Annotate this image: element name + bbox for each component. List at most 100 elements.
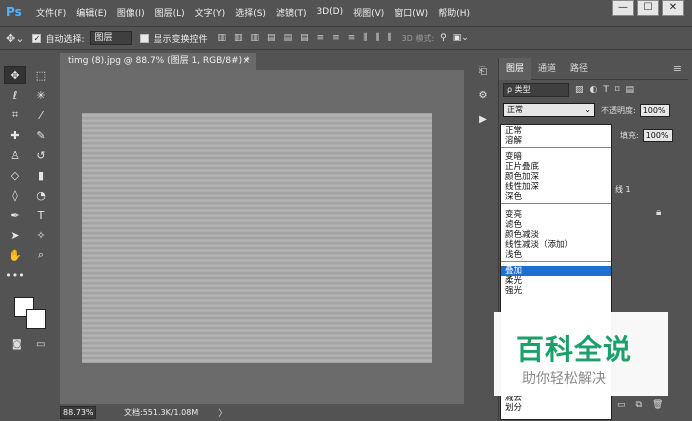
blend-option[interactable]: 颜色加深 <box>501 172 611 182</box>
new-group-icon[interactable]: ▭ <box>617 400 626 410</box>
blend-option[interactable]: 线性减淡（添加） <box>501 240 611 250</box>
filter-smart-icon[interactable]: ▤ <box>626 85 635 95</box>
show-transform-checkbox[interactable] <box>140 33 150 43</box>
align-right-icon[interactable]: ▤ <box>300 33 309 43</box>
blend-mode-select[interactable]: 正常 ⌄ <box>503 103 595 117</box>
tab-layers[interactable]: 图层 <box>499 57 532 80</box>
panel-menu-icon[interactable]: ≡ <box>673 62 682 75</box>
menu-image[interactable]: 图像(I) <box>117 6 145 19</box>
more-tools-icon[interactable]: ••• <box>4 266 26 284</box>
screen-mode-icon[interactable]: ▭ <box>36 339 45 350</box>
menu-select[interactable]: 选择(S) <box>235 6 266 19</box>
align-vcenter-icon[interactable]: ▥ <box>234 33 243 43</box>
eraser-tool-icon[interactable]: ◇ <box>4 166 26 184</box>
blur-tool-icon[interactable]: ◊ <box>4 186 26 204</box>
gradient-tool-icon[interactable]: ▮ <box>30 166 52 184</box>
menu-file[interactable]: 文件(F) <box>36 6 66 19</box>
background-color[interactable] <box>26 309 46 329</box>
blend-option[interactable]: 变亮 <box>501 210 611 220</box>
healing-brush-icon[interactable]: ✚ <box>4 126 26 144</box>
menu-type[interactable]: 文字(Y) <box>195 6 226 19</box>
menu-3d[interactable]: 3D(D) <box>316 7 343 17</box>
brush-tool-icon[interactable]: ✎ <box>30 126 52 144</box>
opacity-input[interactable]: 100% <box>639 103 670 117</box>
actions-play-icon[interactable]: ▶ <box>473 110 493 130</box>
tab-channels[interactable]: 通道 <box>531 58 563 80</box>
blend-option[interactable]: 柔光 <box>501 276 611 286</box>
hand-tool-icon[interactable]: ✋ <box>4 246 26 264</box>
close-document-icon[interactable]: × <box>242 53 250 70</box>
zoom-tool-icon[interactable]: ⌕ <box>30 246 52 264</box>
distribute-left-icon[interactable]: ⫼ <box>363 33 367 43</box>
layer-name[interactable]: 线 1 <box>615 184 631 195</box>
distribute-top-icon[interactable]: ≡ <box>317 33 325 43</box>
quick-mask-icon[interactable]: ◙ <box>12 339 22 350</box>
history-panel-icon[interactable]: ⎗ <box>473 62 493 82</box>
menu-window[interactable]: 窗口(W) <box>394 6 428 19</box>
blend-option[interactable]: 溶解 <box>501 136 611 146</box>
lasso-tool-icon[interactable]: ℓ <box>4 86 26 104</box>
blend-option[interactable]: 正常 <box>501 126 611 136</box>
distribute-vcenter-icon[interactable]: ≡ <box>332 33 340 43</box>
move-tool-icon[interactable]: ✥⌄ <box>6 32 24 45</box>
align-bottom-icon[interactable]: ▥ <box>251 33 260 43</box>
blend-option[interactable]: 浅色 <box>501 250 611 260</box>
fill-input[interactable]: 100% <box>642 129 673 142</box>
dodge-tool-icon[interactable]: ◔ <box>30 186 52 204</box>
search-icon[interactable]: ⚲ <box>440 33 447 43</box>
align-top-icon[interactable]: ▥ <box>218 33 227 43</box>
canvas-area[interactable] <box>60 70 464 404</box>
auto-select-checkbox[interactable]: ✓ <box>32 33 42 43</box>
blend-option[interactable]: 颜色减淡 <box>501 230 611 240</box>
color-swatches[interactable] <box>14 297 50 333</box>
blend-option[interactable]: 正片叠底 <box>501 162 611 172</box>
auto-select-dropdown[interactable]: 图层 <box>90 31 133 45</box>
menu-filter[interactable]: 滤镜(T) <box>276 6 307 19</box>
maximize-button[interactable]: ☐ <box>637 0 659 16</box>
blend-option[interactable]: 划分 <box>501 403 611 413</box>
eyedropper-icon[interactable]: ⁄ <box>30 106 52 124</box>
new-layer-icon[interactable]: ⧉ <box>636 400 642 410</box>
filter-adjust-icon[interactable]: ◐ <box>590 85 598 95</box>
status-arrow-icon[interactable]: 〉 <box>218 406 227 419</box>
distribute-right-icon[interactable]: ⫼ <box>388 33 392 43</box>
custom-shape-icon[interactable]: ✧ <box>30 226 52 244</box>
auto-select-label: 自动选择: <box>45 34 85 45</box>
distribute-hcenter-icon[interactable]: ⫼ <box>375 33 379 43</box>
blend-option[interactable]: 变暗 <box>501 152 611 162</box>
filter-type-icon[interactable]: T <box>603 85 609 95</box>
magic-wand-icon[interactable]: ✳ <box>30 86 52 104</box>
align-left-icon[interactable]: ▤ <box>267 33 276 43</box>
workspace-icon[interactable]: ▣⌄ <box>453 33 469 43</box>
align-hcenter-icon[interactable]: ▤ <box>284 33 293 43</box>
zoom-field[interactable]: 88.73% <box>60 406 96 419</box>
filter-shape-icon[interactable]: ⌑ <box>615 85 620 95</box>
menu-view[interactable]: 视图(V) <box>353 6 384 19</box>
close-button[interactable]: ✕ <box>662 0 684 16</box>
minimize-button[interactable]: — <box>612 0 634 16</box>
menu-help[interactable]: 帮助(H) <box>438 6 470 19</box>
properties-panel-icon[interactable]: ⚙ <box>473 86 493 106</box>
tab-paths[interactable]: 路径 <box>563 58 595 80</box>
document-image[interactable] <box>82 113 432 363</box>
blend-option-selected[interactable]: 叠加 <box>501 266 611 276</box>
clone-stamp-icon[interactable]: ♙ <box>4 146 26 164</box>
delete-layer-icon[interactable]: 🗑︎ <box>652 400 663 410</box>
document-tab[interactable]: timg (8).jpg @ 88.7% (图层 1, RGB/8#) * × <box>60 53 256 70</box>
blend-option[interactable]: 滤色 <box>501 220 611 230</box>
blend-option[interactable]: 深色 <box>501 192 611 202</box>
path-select-icon[interactable]: ➤ <box>4 226 26 244</box>
crop-tool-icon[interactable]: ⌗ <box>4 106 26 124</box>
marquee-tool-icon[interactable]: ⬚ <box>30 66 52 84</box>
type-tool-icon[interactable]: T <box>30 206 52 224</box>
blend-option[interactable]: 强光 <box>501 286 611 296</box>
history-brush-icon[interactable]: ↺ <box>30 146 52 164</box>
move-tool-icon[interactable]: ✥ <box>4 66 26 84</box>
layer-filter-select[interactable]: ρ 类型 <box>503 83 569 97</box>
pen-tool-icon[interactable]: ✒ <box>4 206 26 224</box>
distribute-bottom-icon[interactable]: ≡ <box>348 33 356 43</box>
menu-edit[interactable]: 编辑(E) <box>76 6 107 19</box>
menu-layer[interactable]: 图层(L) <box>155 6 185 19</box>
filter-pixel-icon[interactable]: ▨ <box>575 85 584 95</box>
blend-option[interactable]: 线性加深 <box>501 182 611 192</box>
